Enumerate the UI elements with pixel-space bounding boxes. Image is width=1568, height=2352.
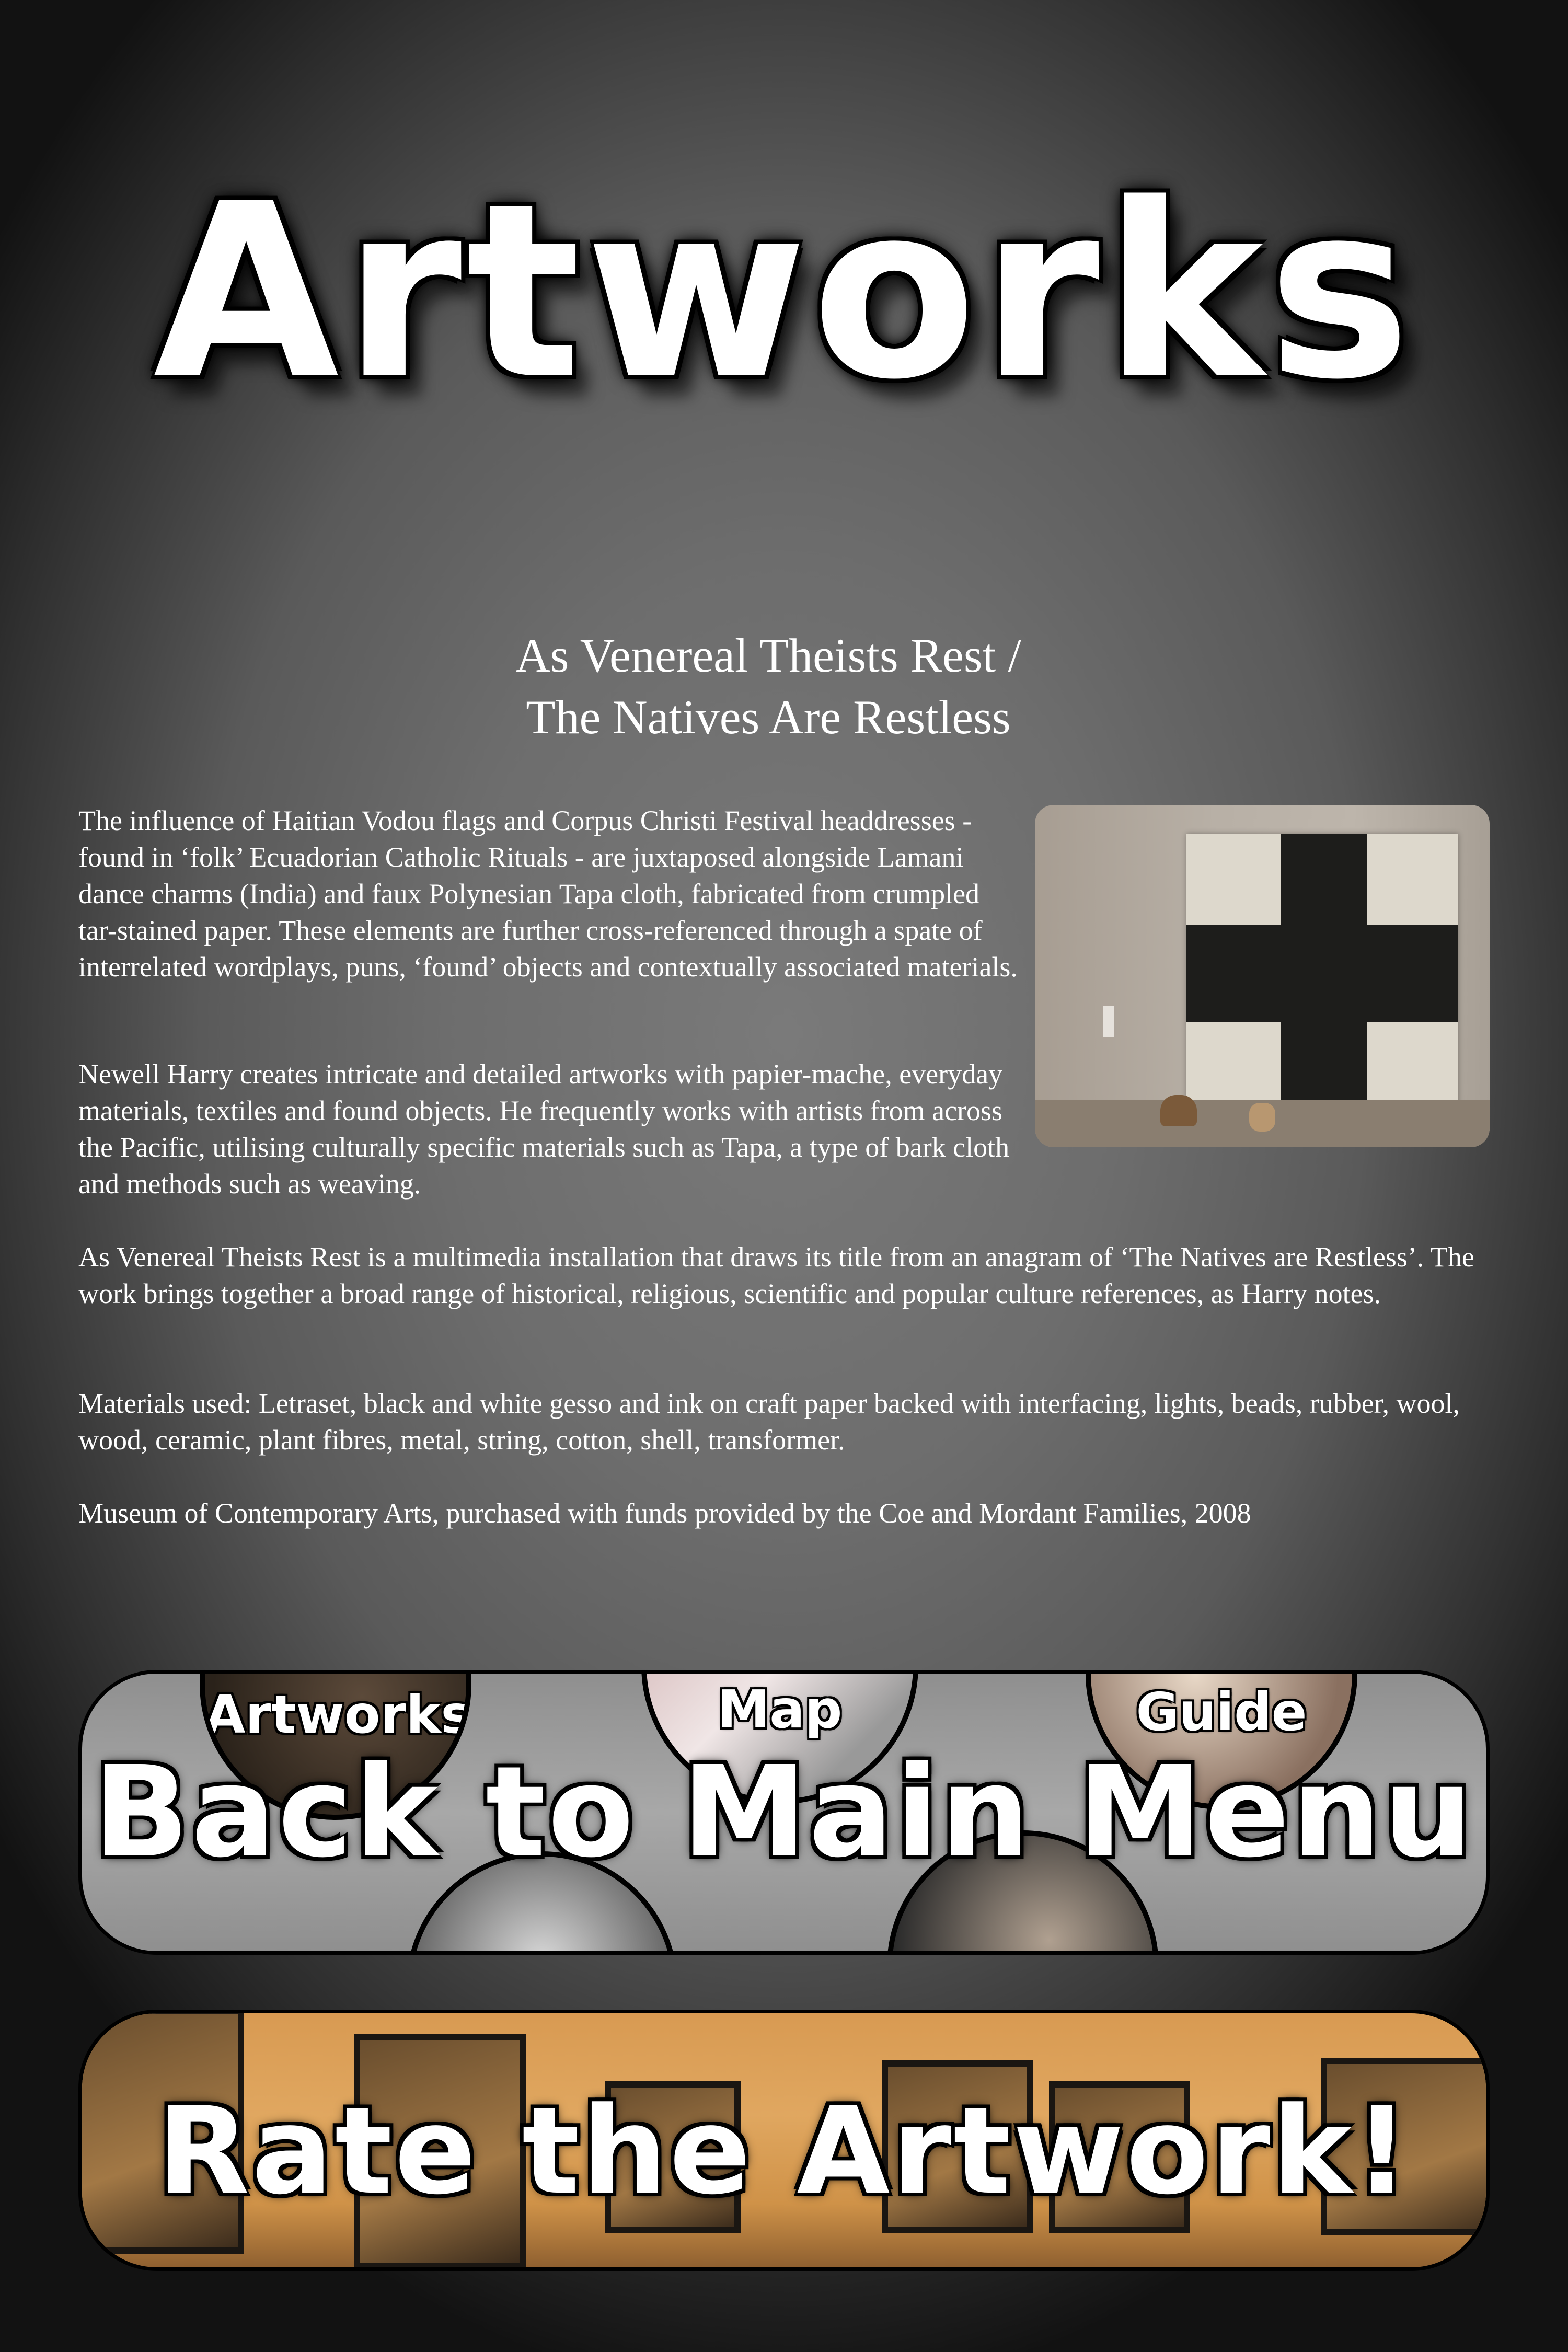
- rate-artwork-button[interactable]: Rate the Artwork!: [78, 2010, 1490, 2271]
- circle-label-map: Map: [717, 1679, 843, 1740]
- artwork-title-line2: The Natives Are Restless: [526, 690, 1011, 744]
- materials-paragraph: Materials used: Letraset, black and whit…: [78, 1388, 1460, 1456]
- tapa-cloth-artwork: [1186, 834, 1458, 1113]
- circle-label-artworks: Artworks: [205, 1684, 471, 1745]
- artwork-title-line1: As Venereal Theists Rest /: [515, 629, 1021, 682]
- installation-paragraph: As Venereal Theists Rest is a multimedia…: [78, 1241, 1474, 1309]
- main-menu-button-label: Back to Main Menu: [93, 1739, 1475, 1885]
- artwork-title: As Venereal Theists Rest / The Natives A…: [0, 625, 1537, 748]
- artist-paragraph: Newell Harry creates intricate and detai…: [78, 1058, 1010, 1200]
- wall-label: [1103, 1006, 1114, 1037]
- artwork-photo: [1035, 805, 1490, 1147]
- page-title: Artworks: [153, 153, 1415, 432]
- description-paragraph: The influence of Haitian Vodou flags and…: [78, 805, 1018, 983]
- credit-paragraph: Museum of Contemporary Arts, purchased w…: [78, 1497, 1251, 1529]
- ceramic-vessel: [1249, 1103, 1275, 1132]
- ceramic-pot: [1160, 1095, 1197, 1126]
- back-to-main-menu-button[interactable]: Artworks Map Guide Back to Main Menu: [78, 1670, 1490, 1955]
- cross-horizontal: [1186, 925, 1458, 1022]
- rate-button-label: Rate the Artwork!: [157, 2082, 1411, 2221]
- circle-label-guide: Guide: [1136, 1681, 1307, 1743]
